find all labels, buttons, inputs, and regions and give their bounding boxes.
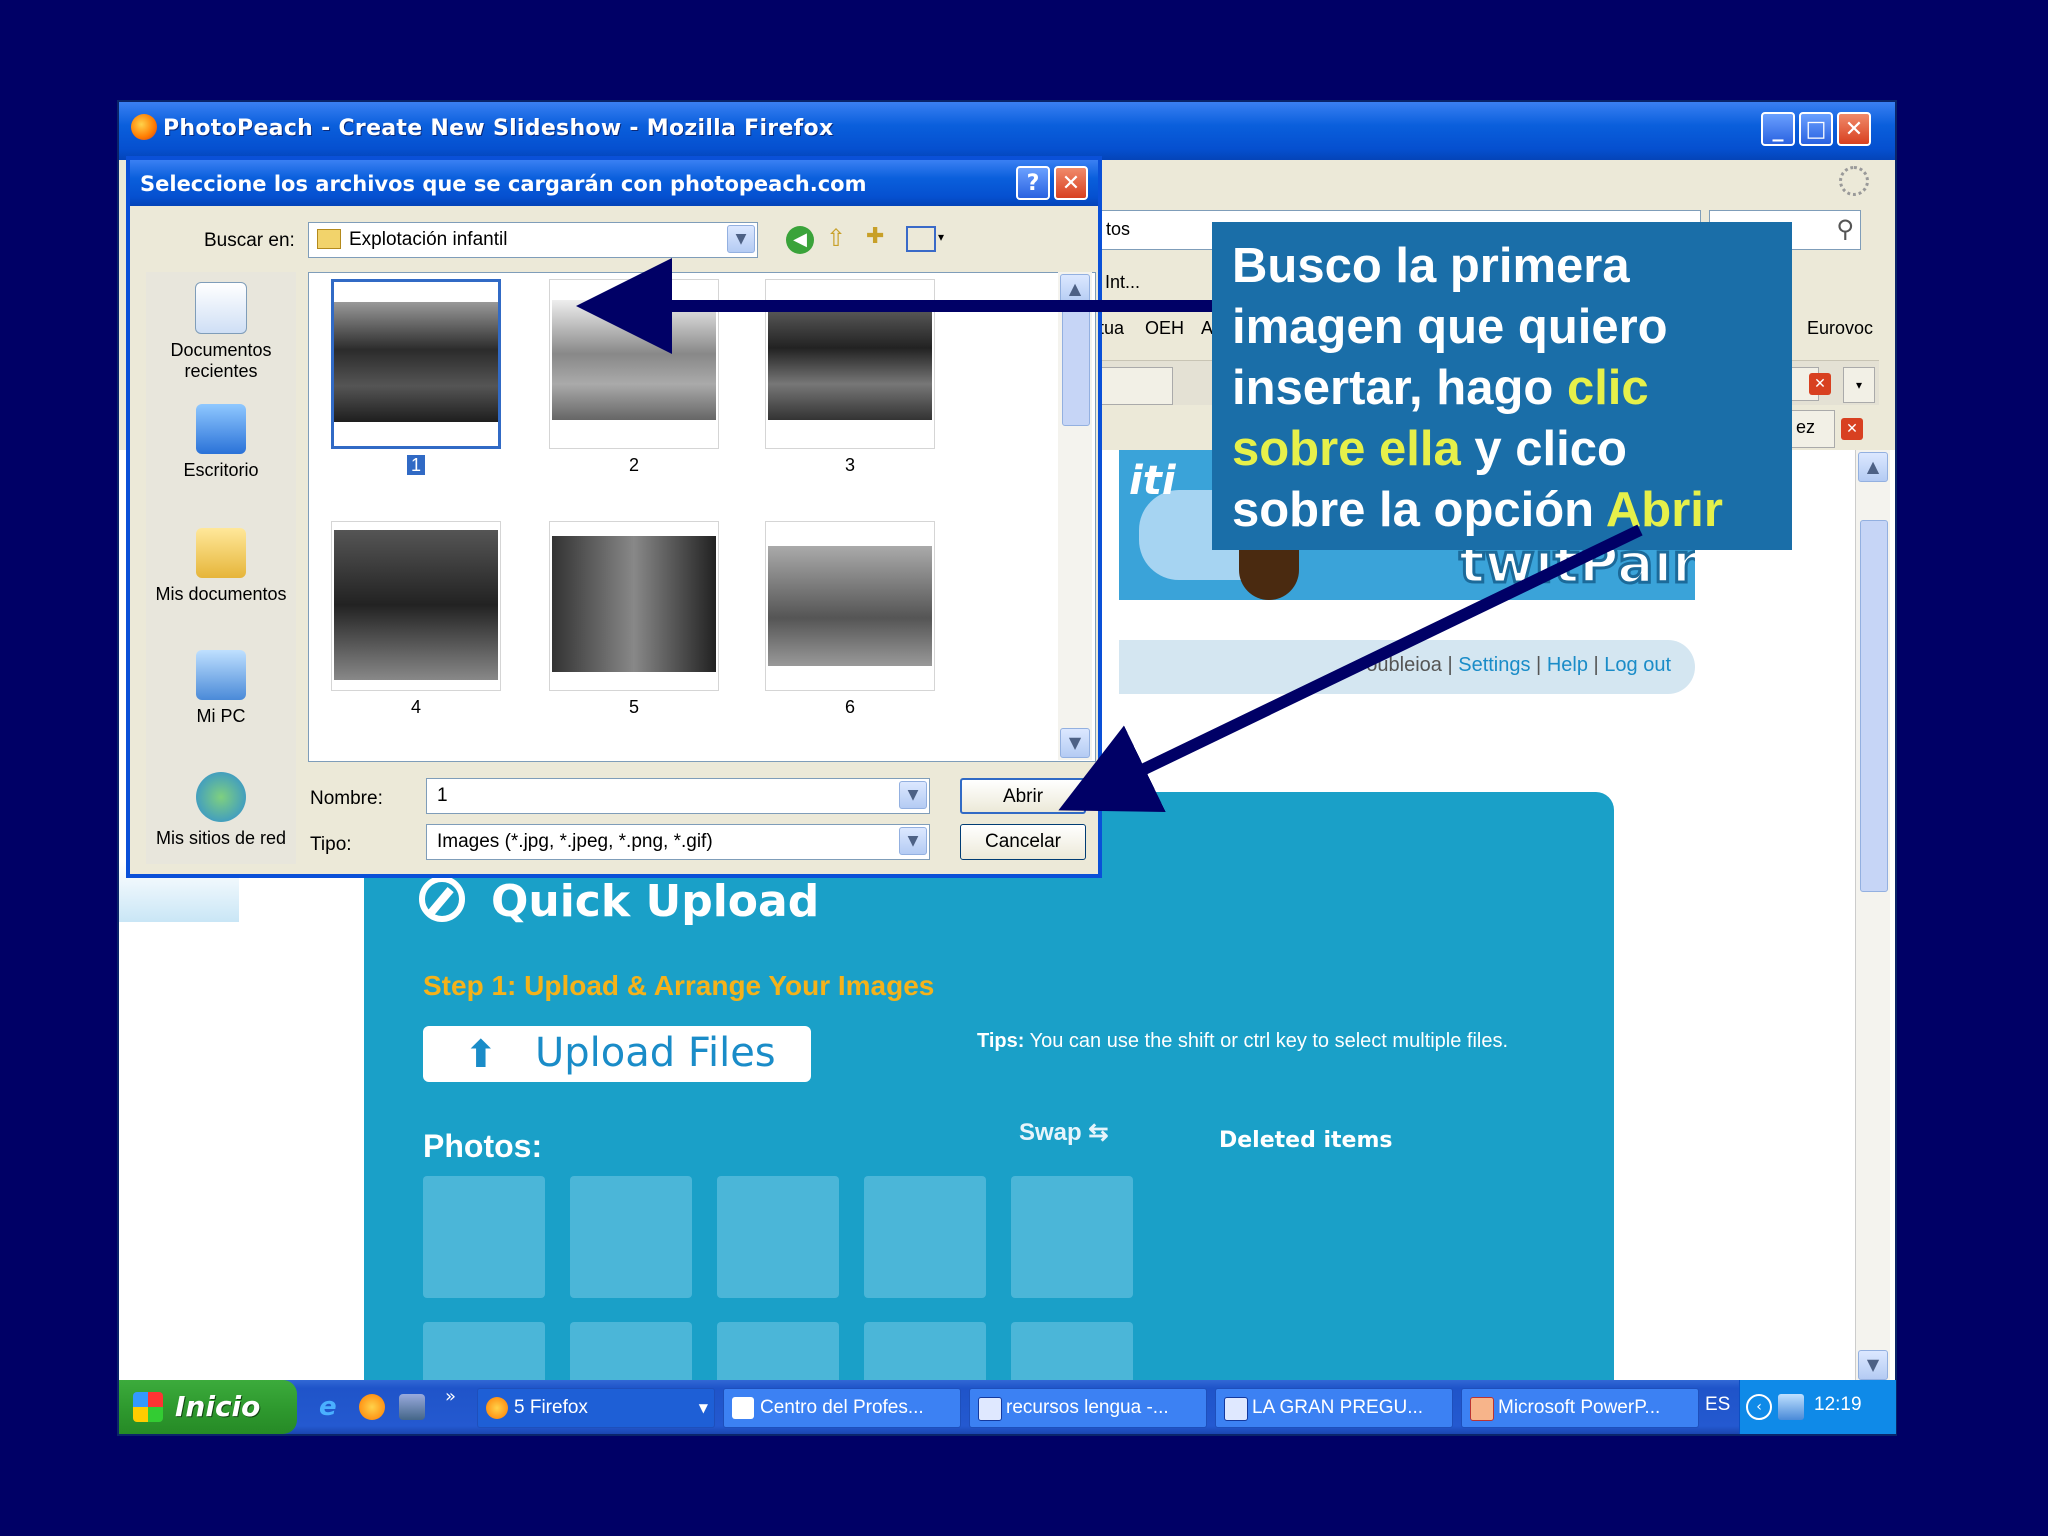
network-tray-icon[interactable] [1778,1394,1804,1420]
firefox-icon [486,1397,508,1419]
quicklaunch-more-icon[interactable]: » [445,1386,456,1407]
task-label: 5 Firefox [514,1397,588,1418]
clock[interactable]: 12:19 [1814,1394,1862,1416]
start-button[interactable]: Inicio [119,1380,297,1434]
arrow-to-open-button [1058,524,1643,812]
annotation-arrows [576,258,1643,812]
task-label: Centro del Profes... [760,1397,924,1418]
task-powerpoint[interactable]: Microsoft PowerP... [1461,1388,1699,1428]
task-label: recursos lengua -... [1006,1397,1169,1418]
system-tray: ‹ 12:19 [1739,1380,1896,1434]
task-recursos-lengua[interactable]: recursos lengua -... [969,1388,1207,1428]
task-firefox[interactable]: 5 Firefox ▼ [477,1388,715,1428]
word-icon [1224,1397,1248,1421]
word-icon [978,1397,1002,1421]
firefox-quicklaunch-icon[interactable] [359,1394,385,1420]
chevron-down-icon: ▼ [698,1401,708,1415]
taskbar: Inicio e » 5 Firefox ▼ Centro del Profes… [119,1380,1896,1434]
desktop-quicklaunch-icon[interactable] [399,1394,425,1420]
task-label: LA GRAN PREGU... [1252,1397,1424,1418]
windows-logo-icon [133,1392,163,1422]
ie-icon[interactable]: e [319,1392,337,1422]
task-label: Microsoft PowerP... [1498,1397,1661,1418]
powerpoint-icon [1470,1397,1494,1421]
language-indicator[interactable]: ES [1705,1394,1730,1416]
task-centro-profes[interactable]: Centro del Profes... [723,1388,961,1428]
task-gran-pregunta[interactable]: LA GRAN PREGU... [1215,1388,1453,1428]
start-label: Inicio [175,1390,261,1423]
tray-expand-icon[interactable]: ‹ [1746,1394,1772,1420]
document-icon [732,1397,754,1419]
